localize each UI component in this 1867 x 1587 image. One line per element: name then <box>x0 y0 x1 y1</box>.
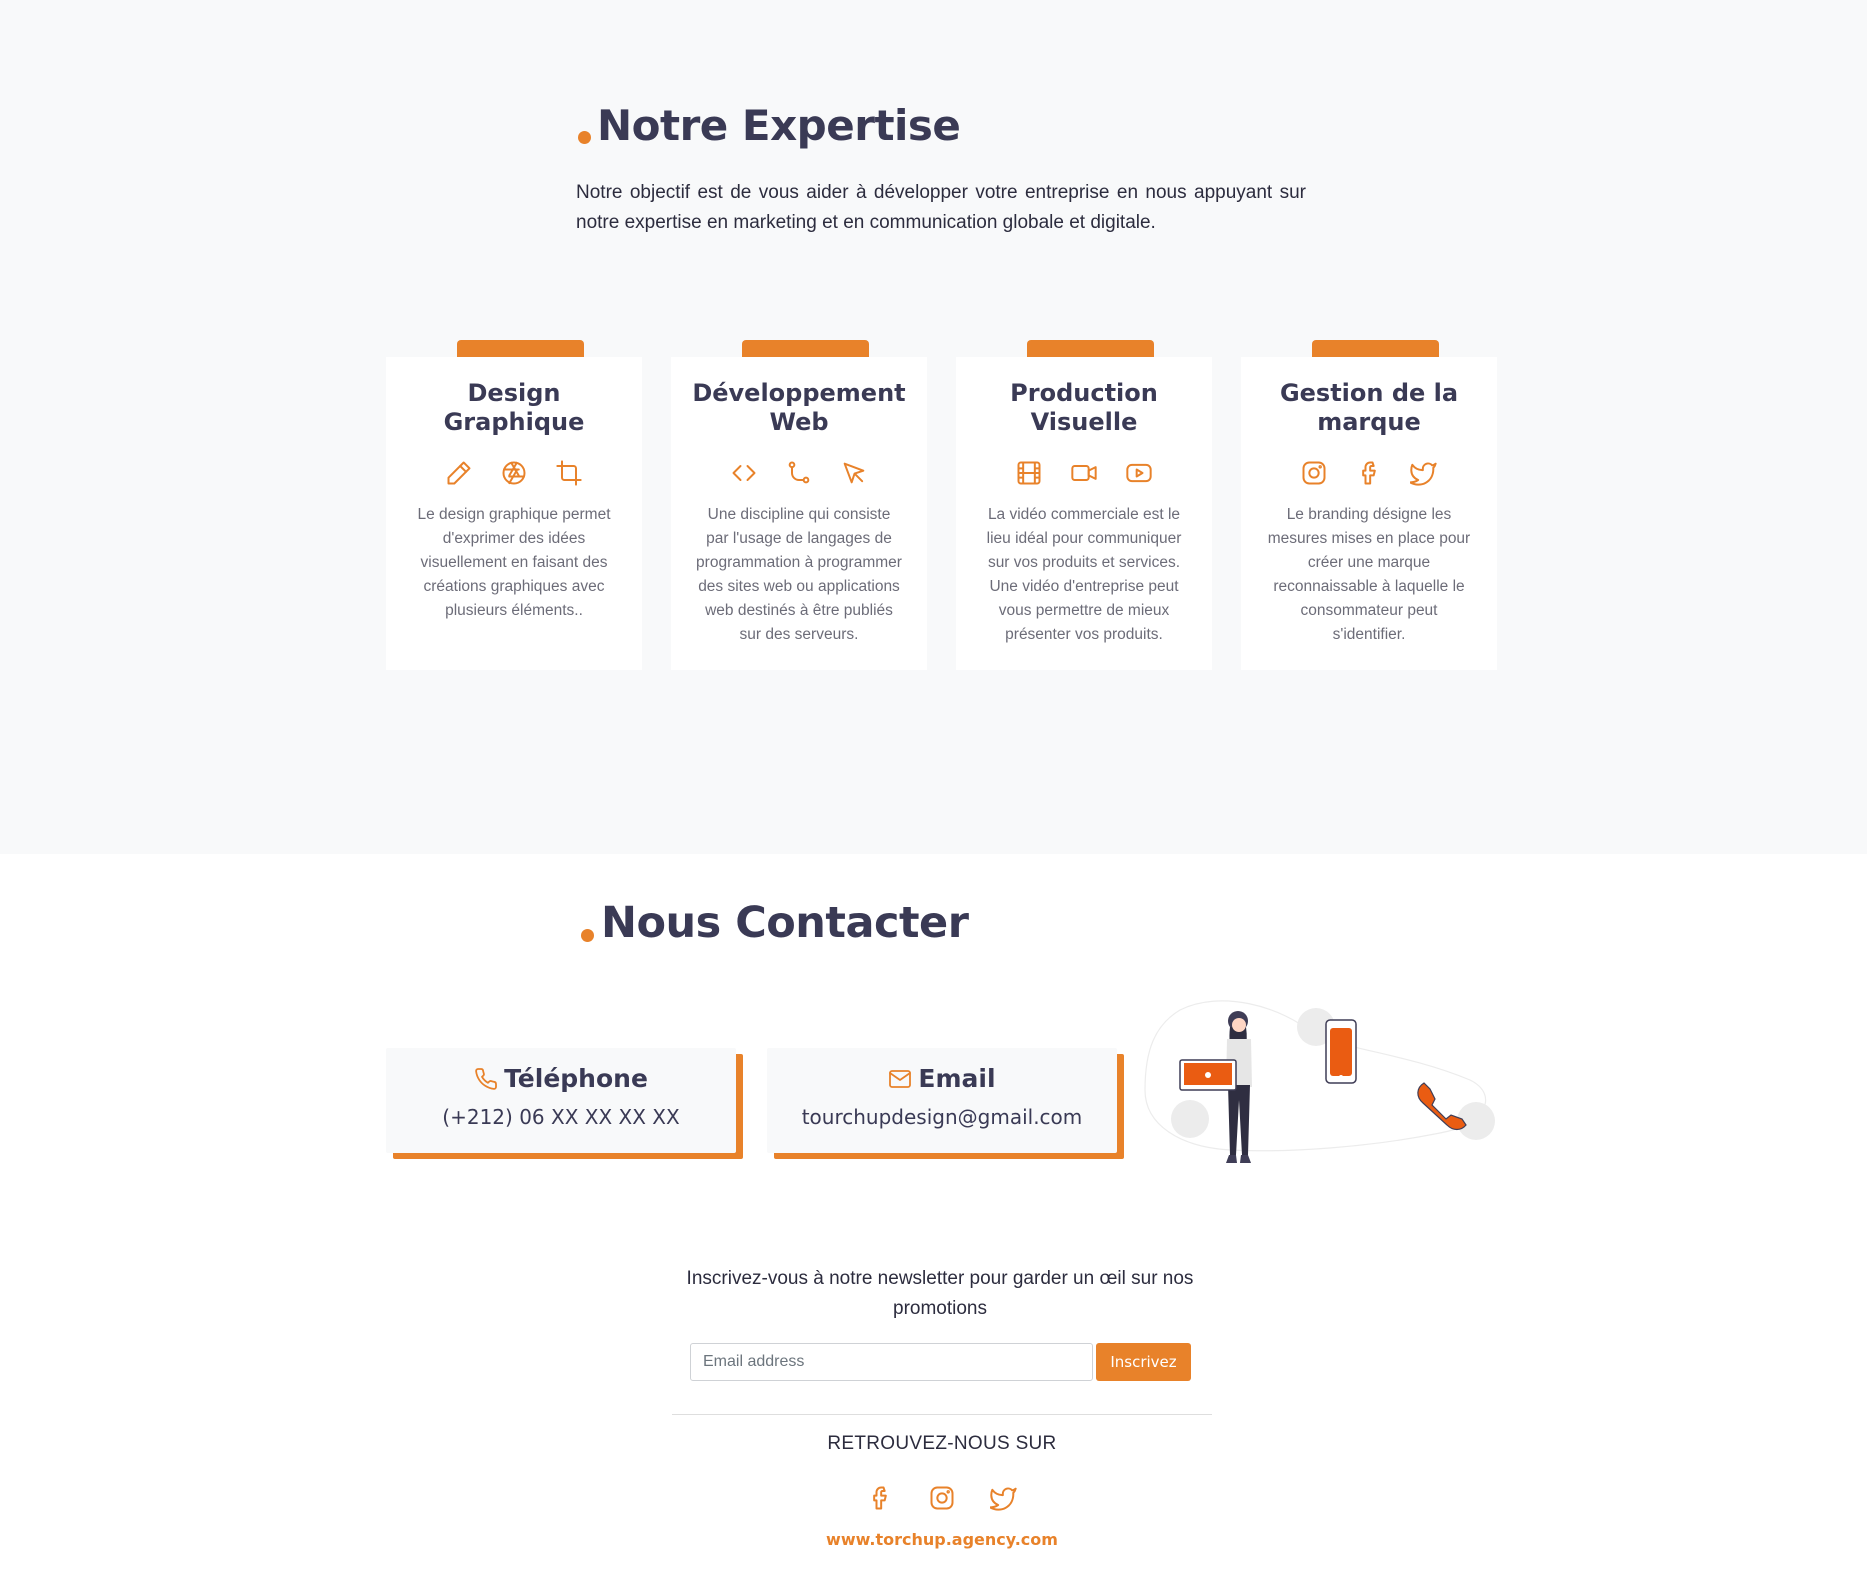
expertise-intro: Notre objectif est de vous aider à dével… <box>576 182 1306 233</box>
cursor-icon <box>843 462 865 484</box>
card-icons <box>956 459 1212 487</box>
film-icon <box>1017 461 1041 485</box>
facebook-icon <box>1362 461 1376 485</box>
email-value[interactable]: tourchupdesign@gmail.com <box>767 1105 1117 1129</box>
title-dot <box>581 929 594 942</box>
code-icon <box>732 465 756 481</box>
card-text: Le branding désigne les mesures mises en… <box>1267 506 1471 643</box>
email-label: Email <box>918 1064 996 1093</box>
contact-section <box>0 854 1867 1587</box>
email-card-header: Email <box>767 1064 1117 1093</box>
card-text: Le design graphique permet d'exprimer de… <box>417 506 611 619</box>
card-icons <box>671 459 927 487</box>
youtube-icon <box>1126 463 1152 483</box>
phone-card-header: Téléphone <box>386 1064 736 1093</box>
phone-icon <box>475 1067 497 1090</box>
instagram-icon[interactable] <box>928 1484 956 1512</box>
twitter-icon[interactable] <box>990 1484 1018 1512</box>
card-icons <box>1241 459 1497 487</box>
phone-label: Téléphone <box>504 1064 648 1093</box>
twitter-icon <box>1410 462 1437 486</box>
card-text: La vidéo commerciale est le lieu idéal p… <box>986 506 1182 643</box>
service-card-video: Production Visuelle La vidéo commerciale… <box>956 357 1212 670</box>
email-card[interactable]: Email tourchupdesign@gmail.com <box>767 1048 1117 1153</box>
instagram-icon <box>1302 461 1326 485</box>
card-icons <box>386 459 642 487</box>
service-card-brand: Gestion de la marque Le branding désigne… <box>1241 357 1497 670</box>
pen-icon <box>447 461 471 485</box>
facebook-icon[interactable] <box>866 1484 894 1512</box>
card-title: Gestion de la marque <box>1279 379 1459 436</box>
phone-value[interactable]: (+212) 06 XX XX XX XX <box>386 1105 736 1129</box>
service-card-design: Design Graphique Le design graphique per… <box>386 357 642 670</box>
card-text: Une discipline qui consiste par l'usage … <box>696 506 902 643</box>
title-dot <box>578 131 591 144</box>
mail-icon <box>889 1069 912 1088</box>
follow-us-heading: RETROUVEZ-NOUS SUR <box>827 1433 1057 1454</box>
expertise-section: Notre Expertise Notre objectif est de vo… <box>0 0 1867 854</box>
service-card-web: Développement Web Une discipline qui con… <box>671 357 927 670</box>
newsletter-text: Inscrivez-vous à notre newsletter pour g… <box>686 1268 1194 1319</box>
footer-divider <box>672 1414 1212 1415</box>
git-branch-icon <box>788 461 810 484</box>
subscribe-button[interactable]: Inscrivez <box>1096 1343 1191 1381</box>
social-links <box>672 1484 1212 1512</box>
aperture-icon <box>502 461 526 485</box>
expertise-title: Notre Expertise <box>597 101 961 150</box>
contact-title: Nous Contacter <box>601 898 969 948</box>
card-title: Développement Web <box>692 379 906 436</box>
card-title: Design Graphique <box>443 379 585 436</box>
card-title: Production Visuelle <box>1010 379 1158 436</box>
contact-illustration <box>1144 1000 1495 1163</box>
video-camera-icon <box>1071 465 1097 481</box>
crop-icon <box>556 460 582 486</box>
newsletter-email-input[interactable] <box>690 1343 1093 1381</box>
website-link[interactable]: www.torchup.agency.com <box>672 1530 1212 1549</box>
phone-card[interactable]: Téléphone (+212) 06 XX XX XX XX <box>386 1048 736 1153</box>
